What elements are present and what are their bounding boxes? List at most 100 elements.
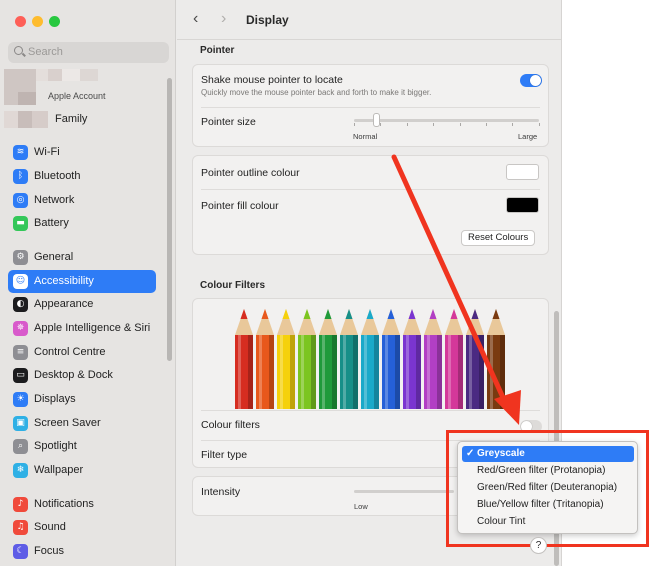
sidebar-item-notifications[interactable]: ♪ Notifications <box>8 493 156 516</box>
dock-icon: ▭ <box>13 368 28 383</box>
filter-option-greyscale[interactable]: ✓ Greyscale <box>462 446 634 462</box>
search-placeholder: Search <box>28 46 63 58</box>
pointer-size-slider-knob[interactable] <box>373 113 381 127</box>
slider-tick <box>538 123 540 126</box>
sidebar-item-label: Notifications <box>34 498 94 510</box>
toolbar: ‹ › Display <box>177 0 561 40</box>
spotlight-icon: ⌕ <box>13 439 28 454</box>
slider-tick <box>459 123 461 126</box>
pointer-outline-colour-well[interactable] <box>506 164 539 180</box>
slider-tick <box>433 123 435 126</box>
sidebar-scrollbar[interactable] <box>167 78 172 361</box>
sidebar-item-desktop-dock[interactable]: ▭ Desktop & Dock <box>8 364 156 387</box>
slider-tick <box>354 123 355 126</box>
gear-icon: ⚙ <box>13 250 28 265</box>
back-button[interactable]: ‹ <box>193 10 198 28</box>
sidebar-item-network[interactable]: ◎ Network <box>8 189 156 212</box>
slider-tick <box>380 123 382 126</box>
reset-colours-button[interactable]: Reset Colours <box>461 230 536 246</box>
sidebar-item-apple-intelligence-siri[interactable]: ✵ Apple Intelligence & Siri <box>8 317 156 340</box>
slider-tick <box>486 123 487 126</box>
shake-pointer-toggle[interactable] <box>520 74 542 87</box>
pencil <box>340 309 358 409</box>
sidebar-item-label: Focus <box>34 545 64 557</box>
accessibility-icon: ☺ <box>13 274 28 289</box>
pencil <box>256 309 274 409</box>
sidebar-item-label: Battery <box>34 217 69 229</box>
sidebar-item-label: Apple Intelligence & Siri <box>34 322 151 334</box>
intensity-label: Intensity <box>201 486 241 498</box>
pencil <box>403 309 421 409</box>
sidebar-item-accessibility[interactable]: ☺ Accessibility <box>8 270 156 293</box>
sidebar-item-control-centre[interactable]: ≡ Control Centre <box>8 341 156 364</box>
pencil <box>235 309 253 409</box>
pencil <box>361 309 379 409</box>
sidebar-item-wi-fi[interactable]: ≋ Wi-Fi <box>8 141 156 164</box>
pencil <box>466 309 484 409</box>
sidebar-item-label: General <box>34 251 74 263</box>
pencil <box>277 309 295 409</box>
sidebar-item-general[interactable]: ⚙ General <box>8 246 156 269</box>
sidebar-item-label: Wi-Fi <box>34 146 60 158</box>
sidebar-item-label: Screen Saver <box>34 417 101 429</box>
speaker-icon: ♫ <box>13 520 28 535</box>
bell-icon: ♪ <box>13 497 28 512</box>
apple-account-label[interactable]: Apple Account <box>48 91 106 101</box>
sidebar-item-screen-saver[interactable]: ▣ Screen Saver <box>8 412 156 435</box>
shake-pointer-description: Quickly move the mouse pointer back and … <box>201 88 432 97</box>
close-window-button[interactable] <box>15 16 26 27</box>
pointer-size-max-label: Large <box>518 132 538 141</box>
intensity-min-label: Low <box>354 502 368 511</box>
appearance-icon: ◐ <box>13 297 28 312</box>
forward-button[interactable]: › <box>221 10 226 28</box>
pointer-heading: Pointer <box>200 45 235 56</box>
sun-icon: ☀ <box>13 392 28 407</box>
pointer-outline-label: Pointer outline colour <box>201 167 300 179</box>
control-centre-icon: ≡ <box>13 345 28 360</box>
help-button[interactable]: ? <box>530 537 547 554</box>
filter-option-label: Blue/Yellow filter (Tritanopia) <box>477 499 604 510</box>
filter-option-label: Green/Red filter (Deuteranopia) <box>477 482 618 493</box>
wallpaper-icon: ❄ <box>13 463 28 478</box>
filter-option-red-green-filter-protanopia[interactable]: Red/Green filter (Protanopia) <box>462 463 634 479</box>
sidebar-item-displays[interactable]: ☀ Displays <box>8 388 156 411</box>
filter-option-green-red-filter-deuteranopia[interactable]: Green/Red filter (Deuteranopia) <box>462 480 634 496</box>
sidebar-item-spotlight[interactable]: ⌕ Spotlight <box>8 435 156 458</box>
filter-option-blue-yellow-filter-tritanopia[interactable]: Blue/Yellow filter (Tritanopia) <box>462 497 634 513</box>
sidebar-item-label: Desktop & Dock <box>34 369 113 381</box>
sidebar-item-label: Appearance <box>34 298 94 310</box>
colour-filters-label: Colour filters <box>201 419 260 431</box>
bluetooth-icon: ᛒ <box>13 169 28 184</box>
sidebar-item-wallpaper[interactable]: ❄ Wallpaper <box>8 459 156 482</box>
screensaver-icon: ▣ <box>13 416 28 431</box>
family-label[interactable]: Family <box>55 113 87 125</box>
sidebar-item-label: Spotlight <box>34 440 77 452</box>
slider-tick <box>512 123 514 126</box>
filter-option-colour-tint[interactable]: Colour Tint <box>462 514 634 530</box>
filter-option-label: Red/Green filter (Protanopia) <box>477 465 606 476</box>
sidebar-item-bluetooth[interactable]: ᛒ Bluetooth <box>8 165 156 188</box>
pencil <box>445 309 463 409</box>
sidebar-item-label: Wallpaper <box>34 464 84 476</box>
pencil <box>487 309 505 409</box>
pencils-preview-image <box>235 309 505 409</box>
wifi-icon: ≋ <box>13 145 28 160</box>
pencil <box>424 309 442 409</box>
sidebar-item-appearance[interactable]: ◐ Appearance <box>8 293 156 316</box>
search-field[interactable]: Search <box>8 42 169 63</box>
sidebar-item-battery[interactable]: ▬ Battery <box>8 212 156 235</box>
slider-tick <box>406 123 408 126</box>
filter-type-dropdown-menu[interactable]: ✓ Greyscale Red/Green filter (Protanopia) G… <box>457 441 638 534</box>
minimize-window-button[interactable] <box>32 16 43 27</box>
sidebar-item-sound[interactable]: ♫ Sound <box>8 516 156 539</box>
search-icon <box>14 46 23 55</box>
maximize-window-button[interactable] <box>49 16 60 27</box>
sidebar-item-label: Displays <box>34 393 76 405</box>
pointer-size-min-label: Normal <box>353 132 378 141</box>
siri-icon: ✵ <box>13 321 28 336</box>
sidebar-item-focus[interactable]: ☾ Focus <box>8 540 156 563</box>
sidebar: Search Apple Account Family ≋ Wi-Fi ᛒ Bluet… <box>0 0 176 566</box>
pointer-colour-group: Pointer outline colour Pointer fill colo… <box>192 155 549 255</box>
pointer-fill-colour-well[interactable] <box>506 197 539 213</box>
battery-icon: ▬ <box>13 216 28 231</box>
